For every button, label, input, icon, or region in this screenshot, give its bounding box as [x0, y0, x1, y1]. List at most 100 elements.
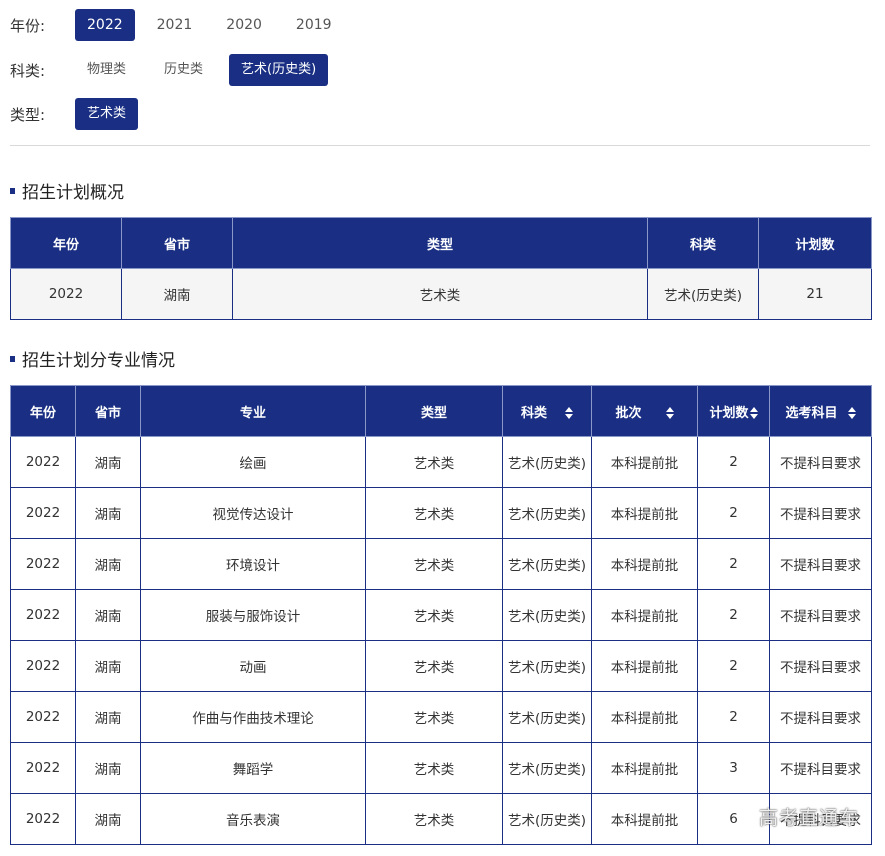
- majors-cell-subject: 艺术(历史类): [502, 487, 592, 539]
- majors-cell-year: 2022: [10, 436, 76, 488]
- overview-header-subject: 科类: [647, 217, 759, 269]
- majors-header-required-subjects-label: 选考科目: [785, 405, 838, 421]
- majors-header-subject[interactable]: 科类: [502, 385, 592, 437]
- majors-cell-year: 2022: [10, 589, 76, 641]
- majors-cell-subject: 艺术(历史类): [502, 793, 592, 845]
- majors-cell-year: 2022: [10, 538, 76, 590]
- subject-option-art-history[interactable]: 艺术(历史类): [229, 54, 329, 86]
- table-row: 2022 湖南 音乐表演 艺术类 艺术(历史类) 本科提前批 6 不提科目要求: [10, 793, 872, 845]
- majors-cell-batch: 本科提前批: [591, 538, 698, 590]
- sort-icon[interactable]: [749, 407, 758, 419]
- majors-title-text: 招生计划分专业情况: [22, 351, 175, 371]
- majors-cell-province: 湖南: [75, 589, 141, 641]
- majors-cell-major: 音乐表演: [140, 793, 366, 845]
- majors-cell-subject: 艺术(历史类): [502, 538, 592, 590]
- section-marker-icon: [10, 187, 15, 194]
- overview-table: 年份 省市 类型 科类 计划数 2022 湖南 艺术类 艺术(历史类) 21: [10, 217, 872, 320]
- year-option-2021[interactable]: 2021: [145, 9, 205, 41]
- majors-cell-required-subjects: 不提科目要求: [769, 742, 872, 794]
- majors-cell-year: 2022: [10, 742, 76, 794]
- majors-header-subject-label: 科类: [520, 405, 547, 421]
- overview-header-year: 年份: [10, 217, 122, 269]
- table-row: 2022 湖南 环境设计 艺术类 艺术(历史类) 本科提前批 2 不提科目要求: [10, 538, 872, 590]
- majors-cell-subject: 艺术(历史类): [502, 691, 592, 743]
- type-filter: 类型: 艺术类: [10, 98, 146, 130]
- subject-option-physics[interactable]: 物理类: [75, 54, 138, 86]
- majors-cell-major: 视觉传达设计: [140, 487, 366, 539]
- majors-cell-major: 环境设计: [140, 538, 366, 590]
- majors-cell-subject: 艺术(历史类): [502, 742, 592, 794]
- sort-icon[interactable]: [847, 407, 856, 419]
- majors-cell-year: 2022: [10, 487, 76, 539]
- overview-cell-plan-count: 21: [758, 268, 872, 320]
- overview-cell-subject: 艺术(历史类): [647, 268, 759, 320]
- subject-option-history[interactable]: 历史类: [152, 54, 215, 86]
- majors-cell-required-subjects: 不提科目要求: [769, 487, 872, 539]
- overview-header-row: 年份 省市 类型 科类 计划数: [10, 217, 872, 269]
- majors-cell-province: 湖南: [75, 793, 141, 845]
- majors-cell-type: 艺术类: [365, 793, 503, 845]
- table-row: 2022 湖南 作曲与作曲技术理论 艺术类 艺术(历史类) 本科提前批 2 不提科目要求: [10, 691, 872, 743]
- overview-section-title: 招生计划概况: [10, 178, 124, 203]
- majors-cell-required-subjects: 不提科目要求: [769, 640, 872, 692]
- majors-cell-subject: 艺术(历史类): [502, 640, 592, 692]
- majors-cell-plan-count: 2: [697, 640, 770, 692]
- majors-table-body: 2022 湖南 绘画 艺术类 艺术(历史类) 本科提前批 2 不提科目要求 2022 湖南 视觉传达…: [10, 436, 872, 845]
- majors-header-required-subjects[interactable]: 选考科目: [769, 385, 872, 437]
- majors-cell-plan-count: 2: [697, 538, 770, 590]
- divider: [10, 145, 870, 146]
- majors-cell-required-subjects: 不提科目要求: [769, 691, 872, 743]
- sort-icon[interactable]: [565, 407, 573, 419]
- majors-cell-batch: 本科提前批: [591, 742, 698, 794]
- majors-cell-plan-count: 2: [697, 589, 770, 641]
- overview-header-province: 省市: [121, 217, 233, 269]
- majors-header-batch[interactable]: 批次: [591, 385, 698, 437]
- majors-cell-type: 艺术类: [365, 742, 503, 794]
- subject-filter: 科类: 物理类 历史类 艺术(历史类): [10, 54, 336, 86]
- table-row: 2022 湖南 艺术类 艺术(历史类) 21: [10, 268, 872, 320]
- majors-header-type: 类型: [365, 385, 503, 437]
- year-filter-label: 年份:: [10, 16, 46, 35]
- overview-cell-year: 2022: [10, 268, 122, 320]
- year-option-2022[interactable]: 2022: [75, 9, 135, 41]
- majors-cell-type: 艺术类: [365, 589, 503, 641]
- section-marker-icon: [10, 355, 15, 362]
- majors-cell-major: 动画: [140, 640, 366, 692]
- majors-cell-province: 湖南: [75, 487, 141, 539]
- subject-filter-label: 科类:: [10, 61, 46, 80]
- majors-cell-plan-count: 2: [697, 436, 770, 488]
- majors-cell-type: 艺术类: [365, 538, 503, 590]
- table-row: 2022 湖南 视觉传达设计 艺术类 艺术(历史类) 本科提前批 2 不提科目要求: [10, 487, 872, 539]
- majors-cell-type: 艺术类: [365, 436, 503, 488]
- majors-cell-plan-count: 2: [697, 691, 770, 743]
- majors-header-year: 年份: [10, 385, 76, 437]
- year-filter: 年份: 2022 2021 2020 2019: [10, 9, 352, 41]
- majors-header-plan-count-label: 计划数: [709, 405, 749, 421]
- majors-cell-major: 绘画: [140, 436, 366, 488]
- majors-cell-batch: 本科提前批: [591, 793, 698, 845]
- majors-cell-batch: 本科提前批: [591, 487, 698, 539]
- overview-header-type: 类型: [232, 217, 648, 269]
- sort-icon[interactable]: [665, 407, 674, 419]
- majors-cell-required-subjects: 不提科目要求: [769, 538, 872, 590]
- table-row: 2022 湖南 舞蹈学 艺术类 艺术(历史类) 本科提前批 3 不提科目要求: [10, 742, 872, 794]
- type-filter-label: 类型:: [10, 105, 46, 124]
- overview-cell-type: 艺术类: [232, 268, 648, 320]
- type-option-art[interactable]: 艺术类: [75, 98, 139, 130]
- majors-cell-batch: 本科提前批: [591, 436, 698, 488]
- majors-cell-province: 湖南: [75, 436, 141, 488]
- table-row: 2022 湖南 绘画 艺术类 艺术(历史类) 本科提前批 2 不提科目要求: [10, 436, 872, 488]
- majors-cell-subject: 艺术(历史类): [502, 589, 592, 641]
- majors-cell-province: 湖南: [75, 742, 141, 794]
- majors-header-plan-count[interactable]: 计划数: [697, 385, 770, 437]
- majors-header-province: 省市: [75, 385, 141, 437]
- majors-cell-province: 湖南: [75, 640, 141, 692]
- majors-cell-type: 艺术类: [365, 691, 503, 743]
- watermark-text: 高考直通车: [758, 807, 859, 829]
- year-option-2020[interactable]: 2020: [214, 9, 274, 41]
- majors-cell-batch: 本科提前批: [591, 691, 698, 743]
- majors-cell-major: 服装与服饰设计: [140, 589, 366, 641]
- majors-cell-major: 舞蹈学: [140, 742, 366, 794]
- majors-header-row: 年份 省市 专业 类型 科类 批次 计划数 选考科目: [10, 385, 872, 437]
- year-option-2019[interactable]: 2019: [284, 9, 344, 41]
